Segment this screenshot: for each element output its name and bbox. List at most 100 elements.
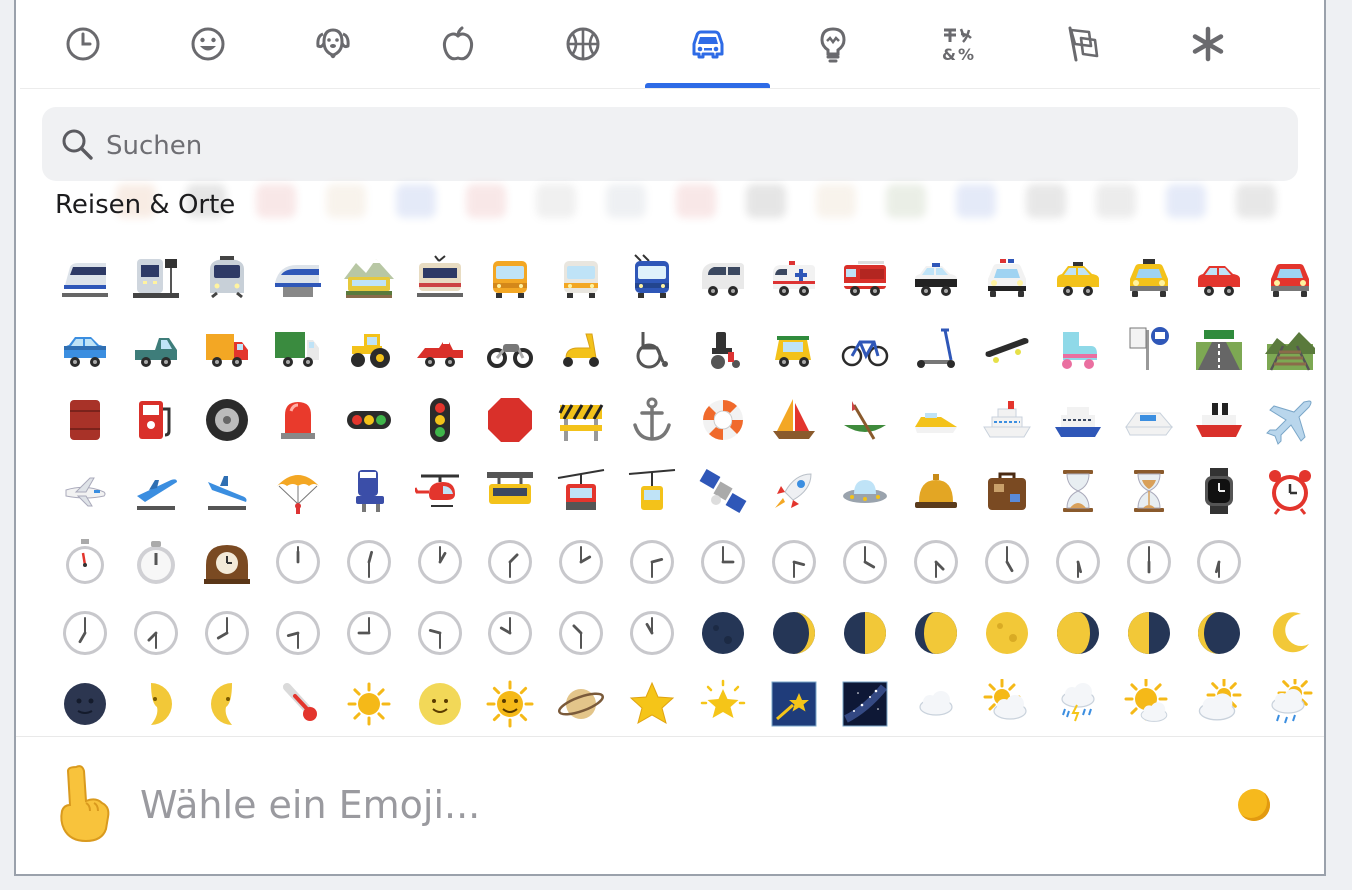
emoji-waxing-gibbous[interactable] bbox=[901, 597, 971, 668]
emoji-seven-thirty[interactable] bbox=[121, 597, 191, 668]
emoji-rocket[interactable] bbox=[759, 455, 829, 526]
search-input[interactable] bbox=[104, 123, 1278, 169]
emoji-last-quarter[interactable] bbox=[1114, 597, 1184, 668]
emoji-motorcycle[interactable] bbox=[475, 313, 545, 384]
emoji-oncoming-automobile[interactable] bbox=[1255, 242, 1324, 313]
emoji-ferry[interactable] bbox=[1043, 384, 1113, 455]
emoji-eight-thirty[interactable] bbox=[263, 597, 333, 668]
emoji-five-oclock[interactable] bbox=[972, 526, 1042, 597]
emoji-seven-oclock[interactable] bbox=[50, 597, 120, 668]
emoji-suv[interactable] bbox=[50, 313, 120, 384]
emoji-one-thirty[interactable] bbox=[475, 526, 545, 597]
emoji-hourglass-done[interactable] bbox=[1043, 455, 1113, 526]
emoji-stop-sign[interactable] bbox=[475, 384, 545, 455]
emoji-alarm-clock[interactable] bbox=[1255, 455, 1324, 526]
emoji-station[interactable] bbox=[121, 242, 191, 313]
emoji-sun-behind-cloud[interactable] bbox=[972, 668, 1042, 736]
emoji-two-thirty[interactable] bbox=[617, 526, 687, 597]
emoji-speedboat[interactable] bbox=[901, 384, 971, 455]
tab-smileys[interactable] bbox=[145, 0, 270, 88]
emoji-motor-scooter[interactable] bbox=[546, 313, 616, 384]
emoji-stopwatch[interactable] bbox=[50, 526, 120, 597]
emoji-airplane[interactable] bbox=[1255, 384, 1324, 455]
emoji-seat[interactable] bbox=[334, 455, 404, 526]
emoji-bus-stop[interactable] bbox=[1114, 313, 1184, 384]
emoji-last-quarter-face[interactable] bbox=[192, 668, 262, 736]
emoji-canoe[interactable] bbox=[830, 384, 900, 455]
emoji-railway-track[interactable] bbox=[1255, 313, 1324, 384]
emoji-waning-crescent[interactable] bbox=[1184, 597, 1254, 668]
emoji-star[interactable] bbox=[617, 668, 687, 736]
emoji-tram-front[interactable] bbox=[192, 242, 262, 313]
emoji-helicopter[interactable] bbox=[405, 455, 475, 526]
emoji-four-oclock[interactable] bbox=[830, 526, 900, 597]
emoji-eleven-oclock[interactable] bbox=[617, 597, 687, 668]
emoji-tram-car[interactable] bbox=[405, 242, 475, 313]
emoji-manual-wheelchair[interactable] bbox=[617, 313, 687, 384]
emoji-oncoming-police-car[interactable] bbox=[972, 242, 1042, 313]
emoji-ambulance[interactable] bbox=[759, 242, 829, 313]
emoji-vertical-traffic-light[interactable] bbox=[405, 384, 475, 455]
emoji-six-oclock[interactable] bbox=[1114, 526, 1184, 597]
emoji-twelve-thirty[interactable] bbox=[334, 526, 404, 597]
emoji-oncoming-bus[interactable] bbox=[546, 242, 616, 313]
emoji-articulated-lorry[interactable] bbox=[263, 313, 333, 384]
emoji-satellite[interactable] bbox=[688, 455, 758, 526]
emoji-new-moon[interactable] bbox=[688, 597, 758, 668]
emoji-sun-behind-large-cloud[interactable] bbox=[1184, 668, 1254, 736]
emoji-trolleybus[interactable] bbox=[617, 242, 687, 313]
emoji-sun-behind-rain-cloud[interactable] bbox=[1255, 668, 1324, 736]
emoji-new-moon-face[interactable] bbox=[50, 668, 120, 736]
emoji-construction[interactable] bbox=[546, 384, 616, 455]
emoji-cloud-lightning-rain[interactable] bbox=[1043, 668, 1113, 736]
emoji-suspension-railway[interactable] bbox=[475, 455, 545, 526]
tab-activities[interactable] bbox=[520, 0, 645, 88]
emoji-kick-scooter[interactable] bbox=[901, 313, 971, 384]
emoji-tractor[interactable] bbox=[334, 313, 404, 384]
emoji-racing-car[interactable] bbox=[405, 313, 475, 384]
emoji-five-thirty[interactable] bbox=[1043, 526, 1113, 597]
emoji-mountain-railway[interactable] bbox=[334, 242, 404, 313]
emoji-minibus[interactable] bbox=[688, 242, 758, 313]
emoji-four-thirty[interactable] bbox=[901, 526, 971, 597]
emoji-anchor[interactable] bbox=[617, 384, 687, 455]
emoji-three-oclock[interactable] bbox=[688, 526, 758, 597]
emoji-airplane-arrival[interactable] bbox=[192, 455, 262, 526]
emoji-first-quarter[interactable] bbox=[830, 597, 900, 668]
emoji-crescent-moon[interactable] bbox=[1255, 597, 1324, 668]
emoji-ten-oclock[interactable] bbox=[475, 597, 545, 668]
emoji-eight-oclock[interactable] bbox=[192, 597, 262, 668]
emoji-waning-gibbous[interactable] bbox=[1043, 597, 1113, 668]
emoji-oil-drum[interactable] bbox=[50, 384, 120, 455]
emoji-mantelpiece-clock[interactable] bbox=[192, 526, 262, 597]
emoji-horizontal-traffic-light[interactable] bbox=[334, 384, 404, 455]
emoji-ten-thirty[interactable] bbox=[546, 597, 616, 668]
emoji-milky-way[interactable] bbox=[830, 668, 900, 736]
emoji-luggage[interactable] bbox=[972, 455, 1042, 526]
emoji-nine-thirty[interactable] bbox=[405, 597, 475, 668]
emoji-ship[interactable] bbox=[1184, 384, 1254, 455]
emoji-shooting-star[interactable] bbox=[759, 668, 829, 736]
emoji-fire-engine[interactable] bbox=[830, 242, 900, 313]
emoji-sun-with-face[interactable] bbox=[475, 668, 545, 736]
emoji-light-rail[interactable] bbox=[50, 242, 120, 313]
emoji-thermometer[interactable] bbox=[263, 668, 333, 736]
emoji-six-thirty[interactable] bbox=[1184, 526, 1254, 597]
tab-objects[interactable] bbox=[770, 0, 895, 88]
emoji-wheel[interactable] bbox=[192, 384, 262, 455]
emoji-hourglass-flowing[interactable] bbox=[1114, 455, 1184, 526]
emoji-twelve-oclock[interactable] bbox=[263, 526, 333, 597]
emoji-airplane-departure[interactable] bbox=[121, 455, 191, 526]
tab-custom[interactable] bbox=[1145, 0, 1270, 88]
emoji-watch[interactable] bbox=[1184, 455, 1254, 526]
emoji-cloud[interactable] bbox=[901, 668, 971, 736]
emoji-full-moon-face[interactable] bbox=[405, 668, 475, 736]
emoji-taxi[interactable] bbox=[1043, 242, 1113, 313]
emoji-ringed-planet[interactable] bbox=[546, 668, 616, 736]
emoji-sailboat[interactable] bbox=[759, 384, 829, 455]
emoji-motorized-wheelchair[interactable] bbox=[688, 313, 758, 384]
emoji-police-light[interactable] bbox=[263, 384, 333, 455]
emoji-waxing-crescent[interactable] bbox=[759, 597, 829, 668]
emoji-automobile[interactable] bbox=[1184, 242, 1254, 313]
emoji-police-car[interactable] bbox=[901, 242, 971, 313]
